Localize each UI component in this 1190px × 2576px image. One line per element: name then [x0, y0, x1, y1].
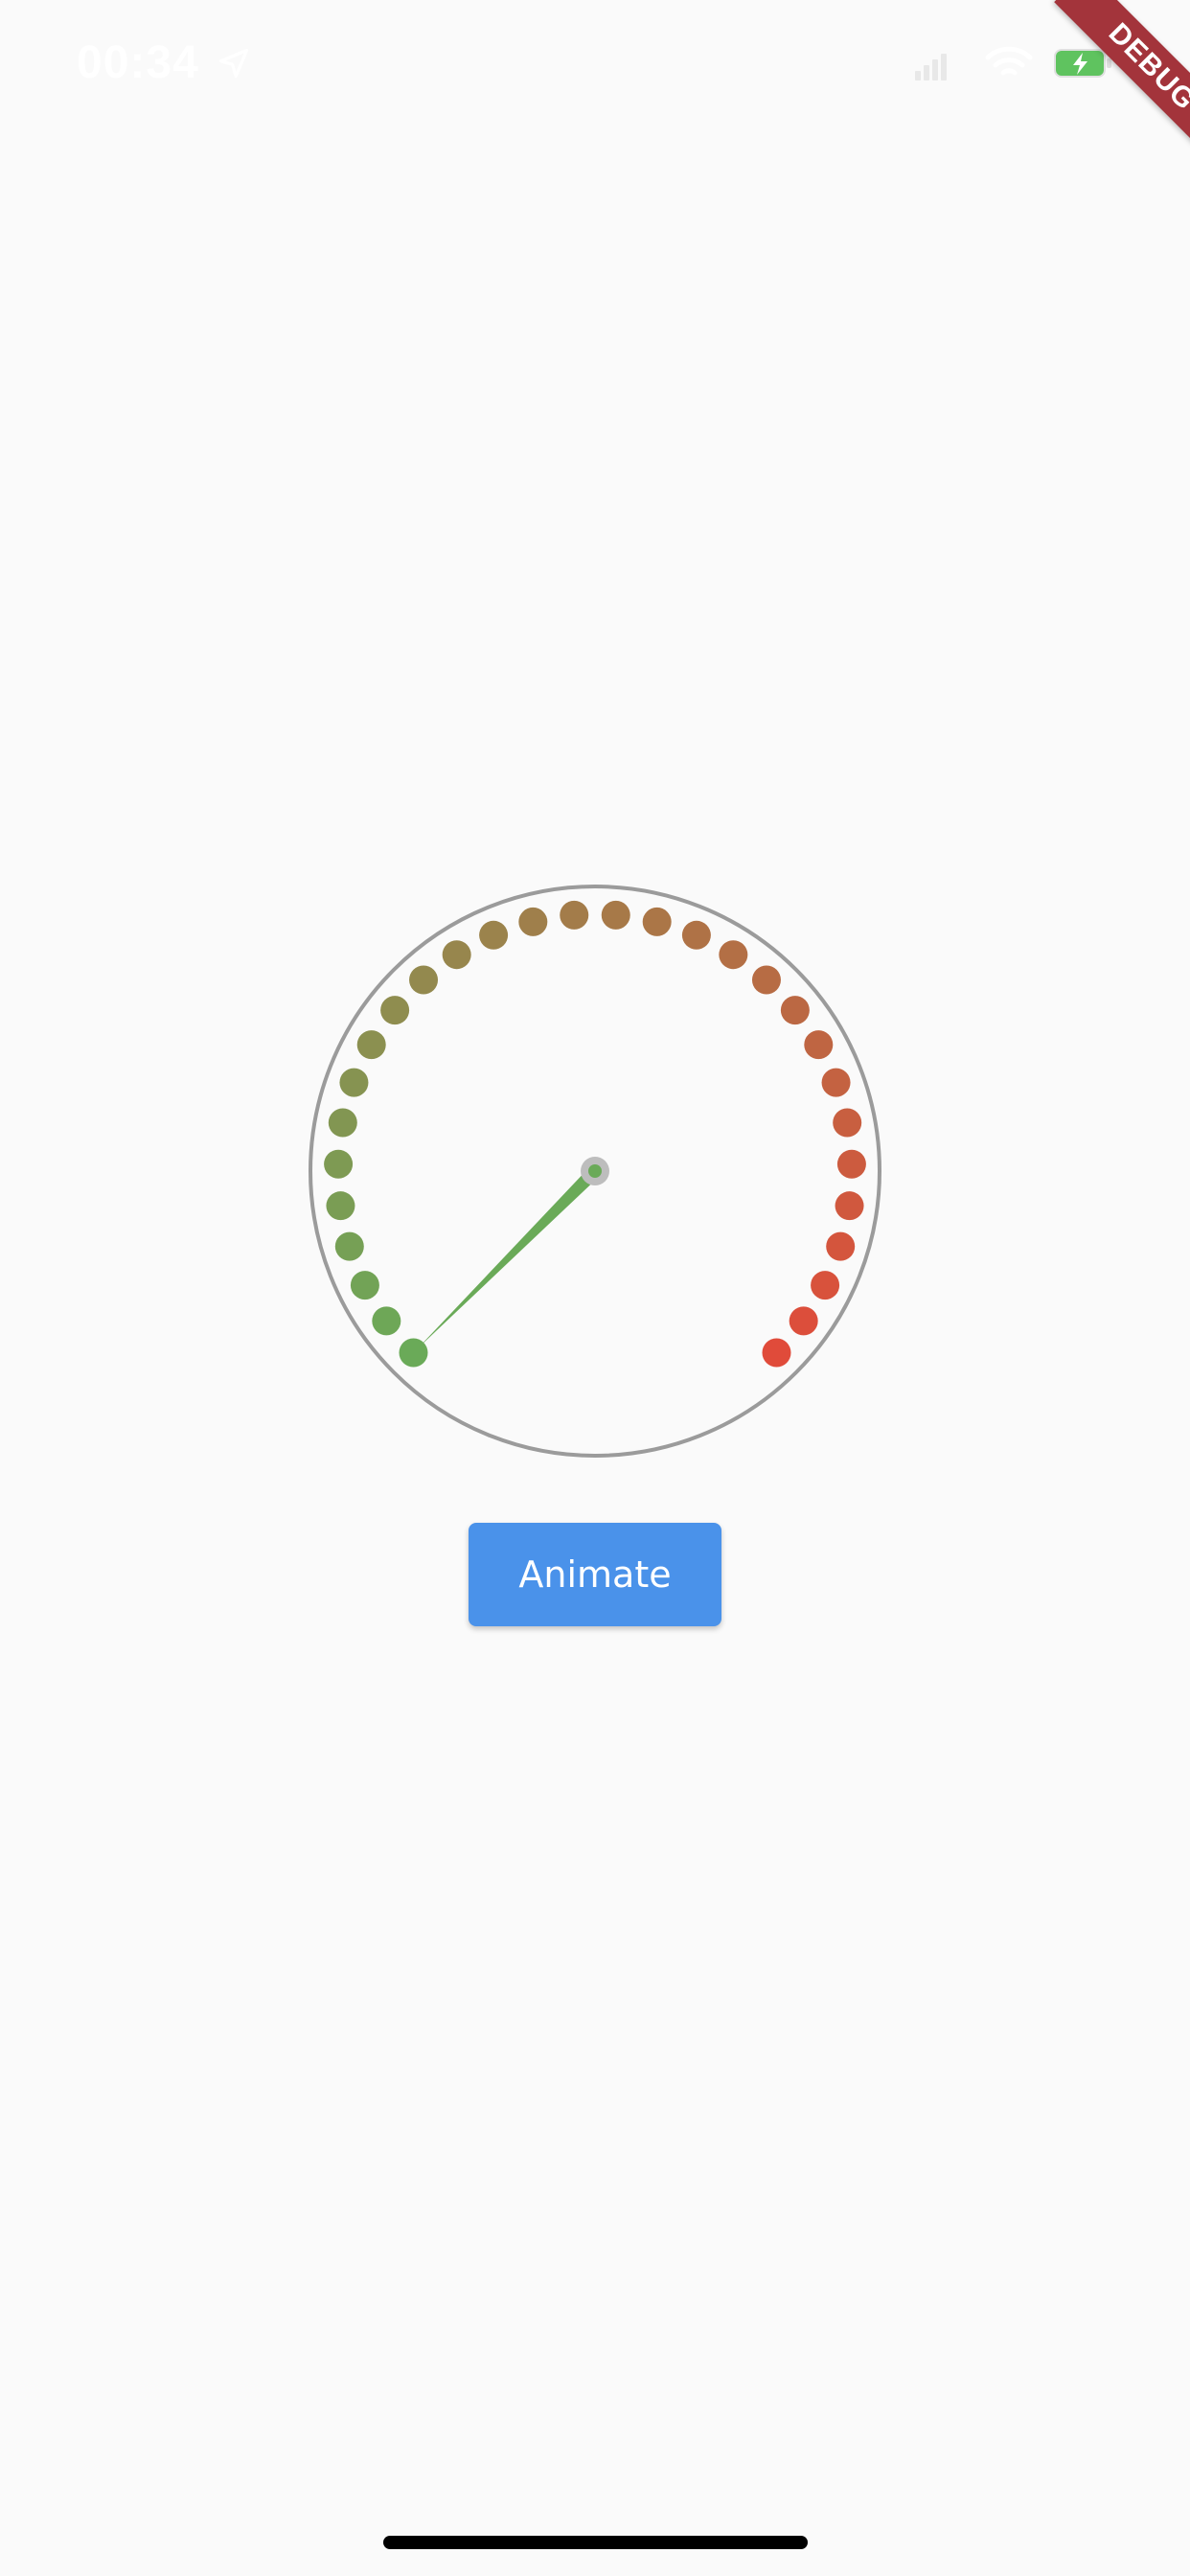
debug-banner: DEBUG: [1018, 0, 1190, 172]
gauge-dot: [601, 900, 630, 930]
gauge-dot: [833, 1108, 862, 1138]
gauge-dot: [479, 920, 509, 950]
gauge-hub-center: [588, 1164, 602, 1178]
gauge-dot: [409, 965, 439, 995]
gauge-dot: [356, 1030, 386, 1060]
gauge-dot: [811, 1271, 840, 1300]
gauge-dial: [309, 885, 881, 1458]
gauge-dot: [789, 1306, 818, 1336]
home-indicator: [383, 2536, 808, 2549]
gauge-dot: [835, 1191, 864, 1221]
gauge-dot: [681, 920, 711, 950]
gauge-dot: [836, 1149, 866, 1179]
status-time: 00:34: [77, 37, 199, 88]
gauge-dot: [762, 1338, 791, 1368]
gauge-dot: [826, 1231, 856, 1261]
gauge-dot: [821, 1068, 851, 1097]
gauge-dot: [334, 1231, 364, 1261]
gauge-dot: [326, 1191, 355, 1221]
gauge-dot: [560, 900, 589, 930]
status-bar: 00:34: [0, 0, 1190, 126]
animate-button[interactable]: Animate: [469, 1523, 721, 1626]
cellular-signal-icon: [915, 54, 947, 80]
gauge-dot: [380, 996, 410, 1025]
gauge-dot: [339, 1068, 369, 1097]
gauge-dot: [751, 965, 781, 995]
gauge-dot: [328, 1108, 357, 1138]
gauge-dot: [804, 1030, 834, 1060]
location-arrow-icon: [218, 48, 249, 79]
gauge-dot: [442, 940, 471, 970]
gauge-dot: [642, 907, 672, 936]
gauge-dot: [719, 940, 748, 970]
debug-ribbon-label: DEBUG: [1054, 0, 1190, 165]
gauge-dot: [518, 907, 548, 936]
gauge-needle: [417, 1166, 600, 1349]
gauge-dot: [780, 996, 810, 1025]
gauge-dot: [350, 1271, 379, 1300]
gauge-dot: [372, 1306, 401, 1336]
gauge-dot: [324, 1149, 354, 1179]
